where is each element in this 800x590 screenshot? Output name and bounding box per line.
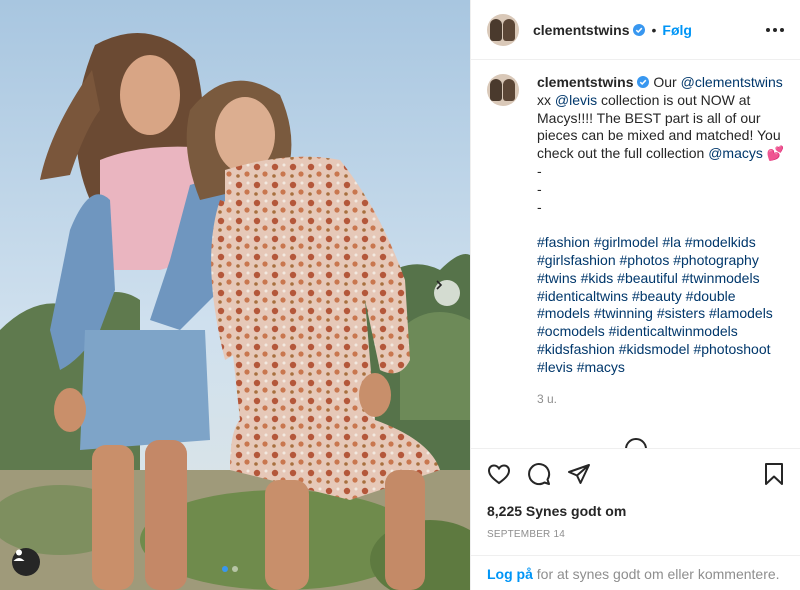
hashtag-link[interactable]: #ocmodels <box>537 323 605 339</box>
carousel-next-button[interactable] <box>434 280 460 306</box>
hashtag-link[interactable]: #kidsfashion <box>537 341 615 357</box>
likes-count[interactable]: 8,225 Synes godt om <box>487 503 626 519</box>
avatar[interactable] <box>487 13 519 46</box>
hashtag-link[interactable]: #twins <box>537 270 577 286</box>
hashtag-list: #fashion #girlmodel #la #modelkids #girl… <box>537 234 791 376</box>
mention-link[interactable]: @clementstwins <box>681 74 783 90</box>
login-prompt-text: for at synes godt om eller kommentere. <box>532 566 780 582</box>
comment-button[interactable] <box>527 462 551 486</box>
hashtag-link[interactable]: #levis <box>537 359 573 375</box>
post-time-ago[interactable]: 3 u. <box>537 391 791 409</box>
post-sidebar: clementstwins • Følg clementstwins Our @… <box>470 0 800 590</box>
hashtag-link[interactable]: #fashion <box>537 234 590 250</box>
carousel-dot <box>232 566 238 572</box>
loading-spinner <box>625 438 647 448</box>
carousel-indicator <box>222 566 238 572</box>
save-button[interactable] <box>763 462 785 486</box>
hashtag-link[interactable]: #double <box>686 288 736 304</box>
hashtag-link[interactable]: #beauty <box>632 288 682 304</box>
post-header: clementstwins • Følg <box>471 0 800 60</box>
heart-icon <box>487 463 511 484</box>
hashtag-link[interactable]: #models <box>537 305 590 321</box>
caption-avatar[interactable] <box>487 74 519 106</box>
hashtag-link[interactable]: #twinmodels <box>682 270 760 286</box>
post-photo[interactable] <box>0 0 470 590</box>
hashtag-link[interactable]: #identicaltwinmodels <box>609 323 738 339</box>
like-button[interactable] <box>487 462 511 486</box>
caption-text: Our <box>649 74 681 90</box>
hashtag-link[interactable]: #identicaltwins <box>537 288 628 304</box>
verified-badge-icon <box>633 23 646 36</box>
user-tag-button[interactable] <box>12 548 40 576</box>
heart-emoji: 💕 <box>766 145 785 162</box>
action-bar <box>471 448 800 498</box>
photo-image <box>0 0 470 590</box>
caption-dash: - <box>537 162 542 179</box>
mention-link[interactable]: @macys <box>708 145 763 161</box>
hashtag-link[interactable]: #macys <box>577 359 625 375</box>
comment-icon <box>528 462 551 485</box>
caption-dash: - <box>537 198 542 215</box>
login-prompt: Log på for at synes godt om eller kommen… <box>471 555 800 590</box>
bookmark-icon <box>765 462 783 485</box>
verified-badge-icon <box>637 76 650 88</box>
caption-container: clementstwins Our @clementstwins xx @lev… <box>487 74 791 434</box>
hashtag-link[interactable]: #kids <box>581 270 614 286</box>
more-options-icon[interactable] <box>766 27 784 32</box>
hashtag-link[interactable]: #photoshoot <box>693 341 770 357</box>
hashtag-link[interactable]: #kidsmodel <box>619 341 690 357</box>
separator-dot: • <box>651 21 657 38</box>
hashtag-link[interactable]: #photos <box>620 252 670 268</box>
carousel-dot-active <box>222 566 228 572</box>
mention-link[interactable]: @levis <box>555 92 597 108</box>
caption-username-link[interactable]: clementstwins <box>537 74 633 90</box>
hashtag-link[interactable]: #sisters <box>657 305 705 321</box>
paper-plane-icon <box>568 463 590 484</box>
login-link[interactable]: Log på <box>487 566 533 582</box>
caption-text: xx <box>537 91 555 108</box>
hashtag-link[interactable]: #beautiful <box>617 270 678 286</box>
share-button[interactable] <box>567 462 591 486</box>
hashtag-link[interactable]: #photography <box>673 252 759 268</box>
post-date[interactable]: SEPTEMBER 14 <box>487 529 565 540</box>
post-caption: clementstwins Our @clementstwins xx @lev… <box>537 74 791 434</box>
username-link[interactable]: clementstwins <box>533 22 629 38</box>
caption-dash: - <box>537 180 542 197</box>
hashtag-link[interactable]: #la <box>662 234 681 250</box>
hashtag-link[interactable]: #lamodels <box>709 305 773 321</box>
hashtag-link[interactable]: #girlsfashion <box>537 252 616 268</box>
hashtag-link[interactable]: #girlmodel <box>594 234 659 250</box>
hashtag-link[interactable]: #modelkids <box>685 234 756 250</box>
user-tag-icon <box>13 549 25 561</box>
follow-button[interactable]: Følg <box>662 22 692 38</box>
chevron-right-icon <box>436 280 443 290</box>
hashtag-link[interactable]: #twinning <box>594 305 653 321</box>
